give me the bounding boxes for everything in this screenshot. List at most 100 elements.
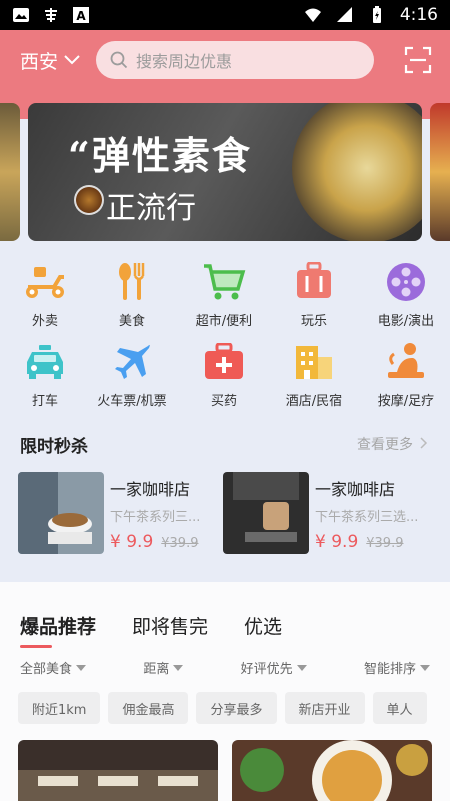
category-label: 按摩/足疗 [377,394,435,409]
deal-name: 一家咖啡店 [110,480,191,499]
filter-label: 智能排序 [363,662,416,677]
airplane-icon [115,344,150,379]
product-card[interactable] [18,740,218,801]
caret-down-icon [76,664,87,671]
chip-new-store[interactable]: 新店开业 [284,692,365,724]
category-label: 打车 [31,394,58,409]
a-notification-icon: A [73,7,89,23]
coffee-photo [18,472,104,554]
medicine-box-icon [205,343,243,379]
search-input[interactable]: 搜索周边优惠 [96,41,375,79]
see-more-link[interactable]: 查看更多 [357,434,428,454]
category-label: 玩乐 [300,314,327,329]
category-label: 超市/便利 [195,314,253,329]
top-header: 西安 搜索周边优惠 [0,30,450,90]
category-massage[interactable]: 按摩/足疗 [361,340,450,418]
wifi-icon [304,8,321,22]
category-label: 酒店/民宿 [285,394,343,409]
buffet-photo [18,740,218,801]
see-more-label: 查看更多 [357,437,413,453]
chip-most-shared[interactable]: 分享最多 [196,692,277,724]
hotel-icon [296,346,332,379]
food-plate-image [292,103,422,241]
scooter-icon [26,267,64,298]
tab-featured[interactable]: 优选 [244,612,282,639]
deal-image [223,472,309,554]
cart-icon [204,264,246,300]
suitcase-icon [297,262,331,298]
category-tickets[interactable]: 火车票/机票 [87,340,177,418]
category-pharmacy[interactable]: 买药 [179,340,269,418]
recommend-section: 爆品推荐 即将售完 优选 全部美食 距离 好评优先 智能排序 附近1km 佣金最… [0,582,450,801]
status-bar: A 4:16 [0,0,450,30]
category-supermarket[interactable]: 超市/便利 [179,260,269,338]
city-label: 西安 [20,50,59,73]
filter-all-food[interactable]: 全部美食 [20,658,87,677]
city-selector[interactable]: 西安 [20,47,80,74]
banner-next-slide[interactable] [430,103,450,241]
caret-down-icon [420,664,430,671]
deal-desc: 下午茶系列三... [110,510,201,525]
category-food[interactable]: 美食 [87,260,177,338]
category-hotel[interactable]: 酒店/民宿 [269,340,359,418]
product-card[interactable] [232,740,432,801]
chip-single[interactable]: 单人 [372,692,427,724]
filter-smart-sort[interactable]: 智能排序 [364,658,430,677]
promo-banner[interactable]: “弹性素食 正流行 [28,103,422,241]
filter-distance[interactable]: 距离 [143,658,184,677]
category-entertainment[interactable]: 玩乐 [269,260,359,338]
banner-prev-slide[interactable] [0,103,20,241]
deal-price: ¥ 9.9 [315,532,359,552]
chip-top-commission[interactable]: 佣金最高 [108,692,189,724]
category-label: 火车票/机票 [97,394,167,409]
coffee-machine-photo [223,472,309,554]
scan-icon[interactable] [404,46,432,74]
category-label: 外卖 [31,314,58,329]
deal-name: 一家咖啡店 [315,480,396,499]
category-takeout[interactable]: 外卖 [0,260,90,338]
recommend-tabs: 爆品推荐 即将售完 优选 [20,612,282,648]
flash-sale-section: 限时秒杀 查看更多 一家咖啡店 下午茶系列三... ¥ 9.9 ¥39.9 一家… [0,410,450,582]
filter-label: 距离 [143,662,170,677]
clock: 4:16 [399,5,438,25]
chevron-down-icon [64,55,80,65]
deal-price: ¥ 9.9 [110,532,154,552]
search-icon [110,51,128,69]
category-label: 买药 [210,394,237,409]
search-placeholder: 搜索周边优惠 [136,52,233,71]
battery-icon [372,6,381,23]
banner-subtitle: 正流行 [106,191,196,226]
fried-food-photo [232,740,432,801]
massage-icon [388,343,424,378]
category-label: 美食 [118,314,145,329]
caret-down-icon [173,664,184,671]
flash-sale-title: 限时秒杀 [20,437,88,457]
category-label: 电影/演出 [377,314,435,329]
category-taxi[interactable]: 打车 [0,340,90,418]
fork-spoon-icon [119,263,145,300]
category-movies[interactable]: 电影/演出 [361,260,450,338]
quick-filter-chips: 附近1km 佣金最高 分享最多 新店开业 单人 [18,692,427,724]
tab-hot-picks[interactable]: 爆品推荐 [20,612,96,648]
filter-bar: 全部美食 距离 好评优先 智能排序 [20,658,430,677]
filter-label: 好评优先 [240,662,293,677]
category-grid: 外卖 美食 超市/便利 玩乐 电影/演出 打车 火车票/机票 买药 酒店/民宿 … [0,252,450,410]
deal-card[interactable]: 一家咖啡店 下午茶系列三选... ¥ 9.9 ¥39.9 [223,472,419,554]
signal-icon [336,7,352,22]
filter-label: 全部美食 [20,662,73,677]
chip-nearby[interactable]: 附近1km [18,692,101,724]
deal-original-price: ¥39.9 [366,536,404,551]
deal-original-price: ¥39.9 [161,536,199,551]
banner-title: “弹性素食 [68,133,252,178]
taxi-icon [27,345,63,379]
app-notification-icon [45,8,57,22]
film-reel-icon [387,263,425,301]
svg-text:A: A [76,9,86,23]
coffee-cup-image [74,185,104,215]
caret-down-icon [296,664,307,671]
deal-desc: 下午茶系列三选... [315,510,419,525]
tab-selling-out[interactable]: 即将售完 [132,612,208,639]
deal-image [18,472,104,554]
filter-rating[interactable]: 好评优先 [241,658,307,677]
deal-card[interactable]: 一家咖啡店 下午茶系列三... ¥ 9.9 ¥39.9 [18,472,214,554]
